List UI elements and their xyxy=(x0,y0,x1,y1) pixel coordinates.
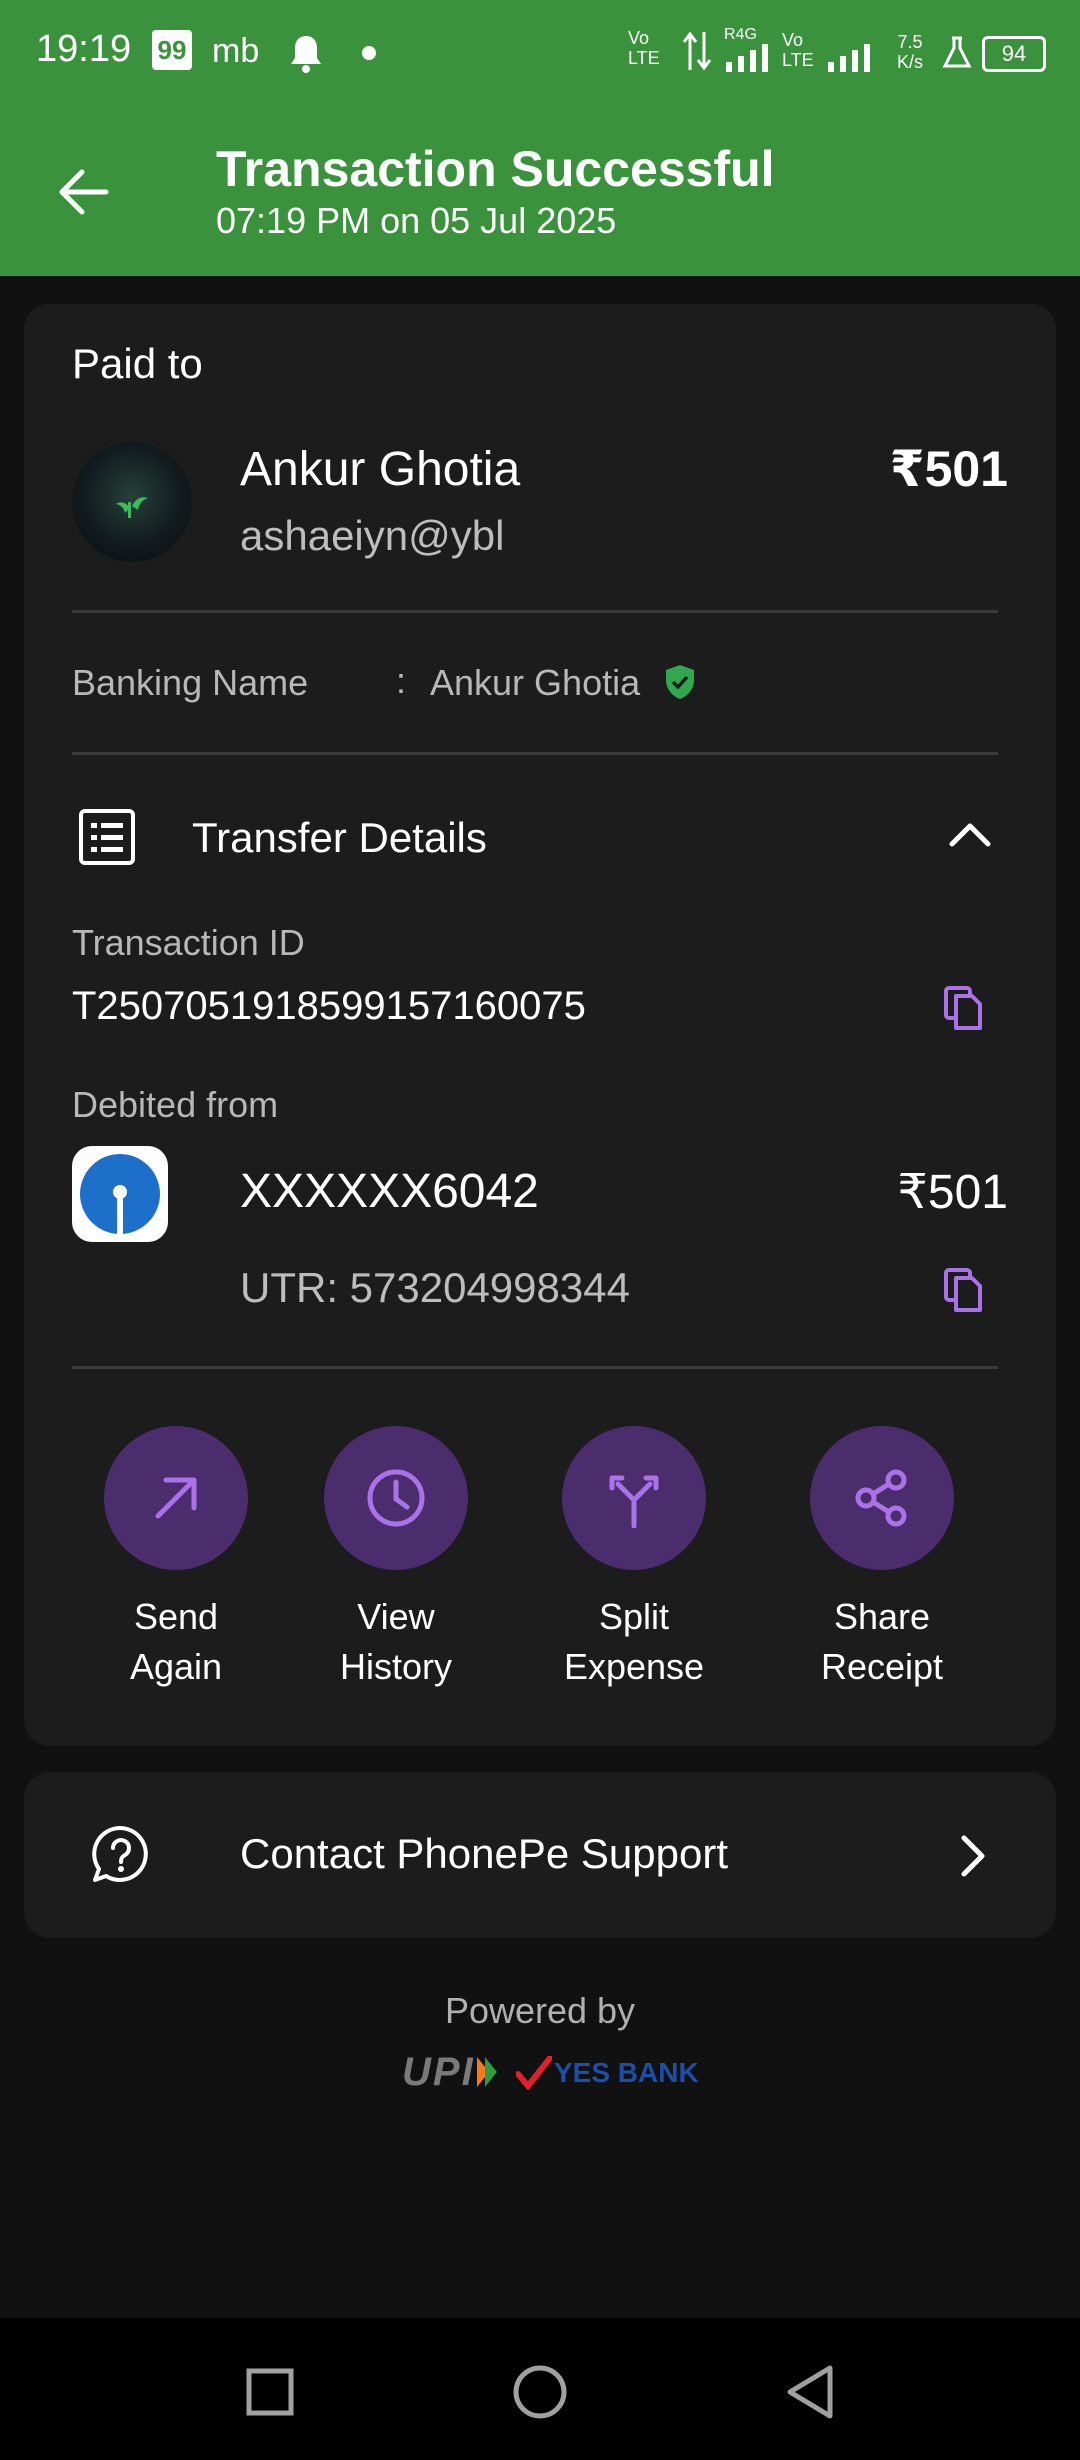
square-icon xyxy=(246,2368,294,2416)
upi-logo-text: UPI xyxy=(402,2049,475,2094)
transfer-details-toggle[interactable]: Transfer Details xyxy=(72,800,1006,880)
verified-shield-icon xyxy=(664,664,696,705)
divider xyxy=(72,752,998,755)
home-button[interactable] xyxy=(512,2364,568,2425)
network-speed: 7.5 K/s xyxy=(896,32,923,72)
paid-to-label: Paid to xyxy=(72,340,203,387)
action-label-line1: Split xyxy=(598,1596,670,1637)
carrier-label: mb xyxy=(212,32,260,70)
signal-icons: Vo LTE xyxy=(628,28,668,68)
bell-icon xyxy=(288,34,324,79)
share-icon xyxy=(855,1469,907,1527)
action-label-line1: View xyxy=(357,1596,435,1637)
transfer-details-title: Transfer Details xyxy=(192,814,487,861)
receipt-list-icon xyxy=(78,808,136,871)
system-nav-bar xyxy=(0,2318,1080,2460)
action-label-line2: Receipt xyxy=(820,1646,944,1687)
account-number: XXXXXX6042 xyxy=(240,1165,539,1218)
utr-number: UTR: 573204998344 xyxy=(240,1264,630,1311)
network-label-2: Vo LTE xyxy=(782,30,814,70)
back-button[interactable] xyxy=(52,160,116,224)
sbi-logo-icon xyxy=(80,1154,160,1236)
checkmark-icon xyxy=(516,2056,552,2090)
banking-name-label: Banking Name xyxy=(72,662,309,703)
arrow-left-icon xyxy=(59,169,109,215)
action-circle xyxy=(562,1426,706,1570)
triangle-back-icon xyxy=(787,2365,833,2419)
action-label: View History xyxy=(286,1592,506,1692)
back-nav-button[interactable] xyxy=(784,2364,836,2425)
battery-indicator: 94 xyxy=(982,36,1046,72)
action-label: Split Expense xyxy=(524,1592,744,1692)
action-label-line2: Again xyxy=(129,1646,223,1687)
upi-arrow-icon xyxy=(476,2057,497,2087)
payee-upi-id: ashaeiyn@ybl xyxy=(240,512,505,559)
help-icon xyxy=(90,1824,152,1891)
data-arrows-icon xyxy=(682,30,712,77)
split-icon xyxy=(609,1475,659,1528)
transaction-id-label: Transaction ID xyxy=(72,922,305,963)
transaction-id-value: T2507051918599157160075 xyxy=(72,984,586,1028)
action-label: Share Receipt xyxy=(772,1592,992,1692)
action-label-line1: Send xyxy=(133,1596,219,1637)
circle-icon xyxy=(513,2365,567,2419)
action-label-line1: Share xyxy=(833,1596,931,1637)
contact-support-button[interactable]: Contact PhonePe Support xyxy=(24,1772,1056,1938)
send-again-button[interactable]: Send Again xyxy=(66,1426,286,1696)
powered-by-label: Powered by xyxy=(444,1990,636,2031)
yes-bank-text: YES BANK xyxy=(554,2057,699,2088)
signal-bars-icon xyxy=(724,42,774,77)
page-title: Transaction Successful xyxy=(216,141,775,197)
upi-logo: UPI xyxy=(402,2050,499,2094)
action-label: Send Again xyxy=(66,1592,286,1692)
payee-name: Ankur Ghotia xyxy=(240,443,521,496)
transaction-timestamp: 07:19 PM on 05 Jul 2025 xyxy=(216,200,617,241)
network-label: Vo LTE xyxy=(628,28,660,68)
action-label-line2: Expense xyxy=(563,1646,705,1687)
avatar-logo-icon xyxy=(106,472,148,528)
split-expense-button[interactable]: Split Expense xyxy=(524,1426,744,1696)
bank-logo xyxy=(72,1146,168,1242)
debited-from-label: Debited from xyxy=(72,1084,279,1125)
banking-name-value: Ankur Ghotia xyxy=(430,662,641,703)
divider xyxy=(72,610,998,613)
share-receipt-button[interactable]: Share Receipt xyxy=(772,1426,992,1696)
arrow-up-right-icon xyxy=(155,1477,197,1519)
chevron-up-icon xyxy=(948,818,992,853)
action-circle xyxy=(324,1426,468,1570)
action-label-line2: History xyxy=(339,1646,452,1687)
status-time: 19:19 xyxy=(36,28,132,70)
notification-badge: 99 xyxy=(152,30,192,70)
copy-icon xyxy=(944,986,982,1030)
divider xyxy=(72,1366,998,1369)
signal-bars-icon-2 xyxy=(826,42,876,77)
copy-icon xyxy=(944,1268,982,1312)
action-circle xyxy=(810,1426,954,1570)
dot-icon xyxy=(362,46,376,60)
view-history-button[interactable]: View History xyxy=(286,1426,506,1696)
flask-icon xyxy=(942,36,972,75)
contact-support-label: Contact PhonePe Support xyxy=(240,1830,729,1877)
yes-bank-logo: YES BANK xyxy=(516,2056,699,2090)
paid-amount: ₹501 xyxy=(889,441,1008,497)
avatar[interactable] xyxy=(72,442,192,562)
clock-icon xyxy=(367,1469,425,1527)
chevron-right-icon xyxy=(958,1834,988,1883)
action-circle xyxy=(104,1426,248,1570)
banking-name-separator: : xyxy=(396,660,407,701)
recent-apps-button[interactable] xyxy=(246,2368,294,2421)
debited-amount: ₹501 xyxy=(897,1166,1008,1219)
copy-utr-button[interactable] xyxy=(942,1266,986,1319)
copy-transaction-id-button[interactable] xyxy=(942,984,986,1037)
